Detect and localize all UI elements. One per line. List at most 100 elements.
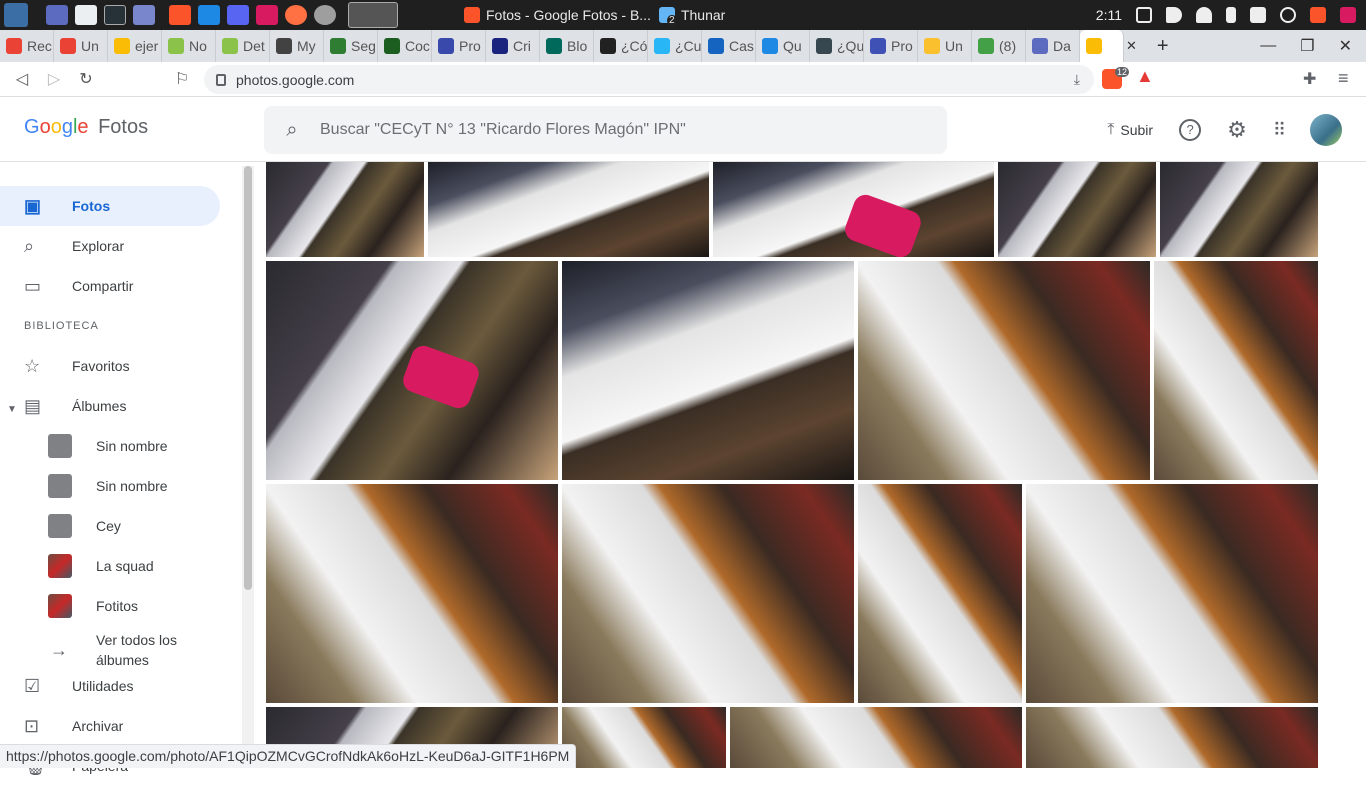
minimize-button[interactable]: —: [1260, 37, 1276, 55]
help-icon[interactable]: ?: [1179, 119, 1202, 141]
browser-tab[interactable]: Un: [918, 30, 972, 62]
utilities-icon: ☑: [24, 675, 41, 696]
browser-tab[interactable]: My: [270, 30, 324, 62]
upload-button[interactable]: ⤒ Subir: [1107, 121, 1153, 139]
file-manager-icon[interactable]: [75, 5, 97, 25]
taskbar-task-thunar[interactable]: 2 Thunar: [658, 3, 725, 27]
search-bar[interactable]: ⌕: [264, 106, 947, 154]
close-window-button[interactable]: ✕: [1339, 36, 1352, 56]
browser-tab[interactable]: Un: [54, 30, 108, 62]
chromium-icon[interactable]: [314, 5, 336, 25]
browser-tab[interactable]: Cas: [702, 30, 756, 62]
album-item[interactable]: La squad: [0, 546, 220, 586]
browser-tab[interactable]: [1080, 30, 1124, 62]
brave-launcher-icon[interactable]: [169, 5, 191, 25]
sidebar-item-favoritos[interactable]: ☆ Favoritos: [0, 346, 220, 386]
display-icon[interactable]: [1136, 7, 1152, 23]
browser-tab[interactable]: ejer: [108, 30, 162, 62]
reload-icon[interactable]: ↻: [70, 69, 102, 89]
brave-tray-icon[interactable]: [1310, 7, 1326, 23]
brave-window-icon[interactable]: [348, 2, 398, 28]
back-icon[interactable]: ◁: [6, 69, 38, 89]
browser-tab[interactable]: Cri: [486, 30, 540, 62]
vscode-icon[interactable]: [198, 5, 220, 25]
browser-tab[interactable]: Pro: [864, 30, 918, 62]
avatar[interactable]: [1310, 114, 1342, 146]
tab-favicon-icon: [654, 38, 670, 54]
browser-tab[interactable]: Qu: [756, 30, 810, 62]
screenshot-icon[interactable]: [133, 5, 155, 25]
new-tab-button[interactable]: +: [1157, 35, 1169, 58]
browser-tab[interactable]: ¿Có: [594, 30, 648, 62]
browser-tab[interactable]: Seg: [324, 30, 378, 62]
extensions-icon[interactable]: ✚: [1303, 69, 1316, 89]
maximize-button[interactable]: ❐: [1300, 36, 1314, 56]
scrollbar-thumb[interactable]: [244, 166, 252, 590]
settings-icon[interactable]: ⚙: [1227, 117, 1247, 143]
album-item[interactable]: Cey: [0, 506, 220, 546]
lock-icon[interactable]: [1250, 7, 1266, 23]
sidebar-item-fotos[interactable]: ▣ Fotos: [0, 186, 220, 226]
browser-menu-icon[interactable]: ≡: [1338, 68, 1349, 89]
address-bar[interactable]: photos.google.com ⤓: [204, 65, 1094, 94]
discord-icon[interactable]: [227, 5, 249, 25]
photo-thumbnail[interactable]: [562, 484, 854, 703]
notifications-icon[interactable]: [1196, 7, 1212, 23]
tab-close-icon[interactable]: ✕: [1126, 38, 1137, 54]
browser-tab[interactable]: ¿Cu: [648, 30, 702, 62]
sidebar-item-archivar[interactable]: ⊡ Archivar: [0, 706, 220, 746]
album-item[interactable]: Fotitos: [0, 586, 220, 626]
photo-thumbnail[interactable]: [1026, 707, 1318, 768]
photo-thumbnail[interactable]: [1154, 261, 1318, 480]
album-item[interactable]: Sin nombre: [0, 466, 220, 506]
photo-thumbnail[interactable]: [1026, 484, 1318, 703]
firefox-icon[interactable]: [285, 5, 307, 25]
photo-thumbnail[interactable]: [562, 707, 726, 768]
taskbar-task-browser[interactable]: Fotos - Google Fotos - B...: [464, 3, 651, 27]
photo-thumbnail[interactable]: [562, 261, 854, 480]
app-launcher-icon[interactable]: [256, 5, 278, 25]
refresh-icon[interactable]: [1280, 7, 1296, 23]
browser-tab[interactable]: Rec: [0, 30, 54, 62]
taskbar-task-label: Fotos - Google Fotos - B...: [486, 7, 651, 23]
app-menu-icon[interactable]: [4, 3, 28, 27]
browser-tab[interactable]: Da: [1026, 30, 1080, 62]
photo-thumbnail[interactable]: [266, 484, 558, 703]
battery-icon[interactable]: [1226, 7, 1236, 23]
browser-tab[interactable]: Pro: [432, 30, 486, 62]
google-photos-logo[interactable]: Google Fotos: [24, 116, 148, 139]
bookmark-icon[interactable]: ⚐: [166, 69, 198, 89]
app-tray-icon[interactable]: [1340, 7, 1356, 23]
browser-tab[interactable]: (8): [972, 30, 1026, 62]
volume-icon[interactable]: [1166, 7, 1182, 23]
photo-thumbnail[interactable]: [266, 261, 558, 480]
sidebar-item-compartir[interactable]: ▭ Compartir: [0, 266, 220, 306]
browser-tab[interactable]: No: [162, 30, 216, 62]
install-app-icon[interactable]: ⤓: [1074, 71, 1080, 88]
photo-thumbnail[interactable]: [858, 484, 1022, 703]
terminal-icon[interactable]: [104, 5, 126, 25]
brave-rewards-icon[interactable]: ▲: [1136, 66, 1154, 87]
album-item[interactable]: Sin nombre: [0, 426, 220, 466]
photo-thumbnail[interactable]: [858, 261, 1150, 480]
apps-grid-icon[interactable]: ⠿: [1273, 120, 1286, 141]
browser-tab[interactable]: ¿Qu: [810, 30, 864, 62]
browser-tab[interactable]: Blo: [540, 30, 594, 62]
sidebar-scrollbar[interactable]: [242, 166, 254, 768]
search-input[interactable]: [320, 121, 920, 139]
photo-thumbnail[interactable]: [266, 162, 424, 257]
photo-thumbnail[interactable]: [428, 162, 709, 257]
clock[interactable]: 2:11: [1096, 7, 1122, 23]
forward-icon[interactable]: ▷: [38, 69, 70, 89]
browser-tab[interactable]: Det: [216, 30, 270, 62]
search-icon[interactable]: ⌕: [264, 119, 320, 142]
photo-thumbnail[interactable]: [713, 162, 994, 257]
photo-thumbnail[interactable]: [1160, 162, 1318, 257]
photo-thumbnail[interactable]: [730, 707, 1022, 768]
sidebar-item-utilidades[interactable]: ☑ Utilidades: [0, 666, 220, 706]
photo-thumbnail[interactable]: [998, 162, 1156, 257]
workspace-icon[interactable]: [46, 5, 68, 25]
browser-tab[interactable]: Coc: [378, 30, 432, 62]
sidebar-item-albumes[interactable]: ▤ Álbumes: [0, 386, 220, 426]
sidebar-item-explorar[interactable]: ⌕ Explorar: [0, 226, 220, 266]
